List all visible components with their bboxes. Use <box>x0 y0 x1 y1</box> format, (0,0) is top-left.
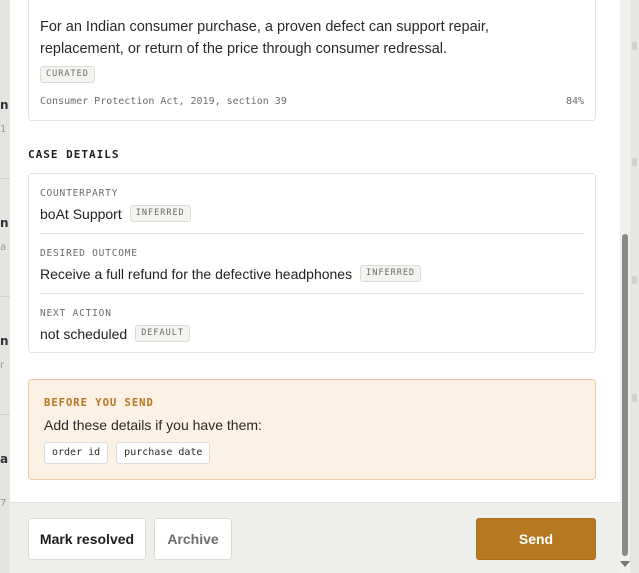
background-text: n <box>0 98 9 112</box>
background-text: 1 <box>0 124 7 135</box>
background-text: 7 <box>0 498 7 509</box>
citation-text: Consumer Protection Act, 2019, section 3… <box>40 96 287 107</box>
modal-footer: Mark resolved Archive Send <box>10 502 620 573</box>
background-right-edge <box>629 0 639 573</box>
field-next-action: NEXT ACTION not scheduled DEFAULT <box>40 294 584 354</box>
case-modal: For an Indian consumer purchase, a prove… <box>10 0 620 573</box>
background-text: a <box>0 452 9 466</box>
mark-resolved-button[interactable]: Mark resolved <box>28 518 146 560</box>
inferred-badge: INFERRED <box>360 265 422 282</box>
claim-card: For an Indian consumer purchase, a prove… <box>28 0 596 121</box>
claim-text: For an Indian consumer purchase, a prove… <box>40 19 489 57</box>
inferred-badge: INFERRED <box>129 205 191 222</box>
scrollbar-thumb[interactable] <box>622 234 628 556</box>
archive-button[interactable]: Archive <box>154 518 232 560</box>
modal-scroll-area[interactable]: For an Indian consumer purchase, a prove… <box>10 0 620 502</box>
before-you-send-panel: BEFORE YOU SEND Add these details if you… <box>28 379 596 480</box>
scroll-down-arrow-icon[interactable] <box>620 561 630 567</box>
background-page <box>0 0 10 573</box>
field-value[interactable]: Receive a full refund for the defective … <box>40 266 352 282</box>
send-button[interactable]: Send <box>476 518 596 560</box>
case-details-heading: CASE DETAILS <box>28 148 120 161</box>
before-you-send-text: Add these details if you have them: <box>44 417 262 433</box>
field-desired-outcome: DESIRED OUTCOME Receive a full refund fo… <box>40 234 584 294</box>
background-text: r <box>0 360 5 371</box>
case-details-card: COUNTERPARTY boAt Support INFERRED DESIR… <box>28 173 596 353</box>
background-text: a <box>0 242 7 253</box>
before-you-send-heading: BEFORE YOU SEND <box>44 397 154 409</box>
background-divider <box>0 178 10 179</box>
missing-detail-purchase-date[interactable]: purchase date <box>116 442 211 464</box>
confidence-value: 84% <box>565 96 584 107</box>
background-divider <box>0 296 10 297</box>
field-label: COUNTERPARTY <box>40 188 119 199</box>
field-label: NEXT ACTION <box>40 308 112 319</box>
citation-row: Consumer Protection Act, 2019, section 3… <box>40 96 584 107</box>
background-divider <box>0 414 10 415</box>
curated-badge: CURATED <box>40 66 95 83</box>
background-text: n <box>0 216 9 230</box>
default-badge: DEFAULT <box>135 325 191 342</box>
field-counterparty: COUNTERPARTY boAt Support INFERRED <box>40 174 584 234</box>
field-value[interactable]: boAt Support <box>40 206 122 222</box>
field-label: DESIRED OUTCOME <box>40 248 138 259</box>
scrollbar[interactable] <box>620 0 630 573</box>
missing-detail-order-id[interactable]: order id <box>44 442 109 464</box>
background-text: n <box>0 334 9 348</box>
field-value[interactable]: not scheduled <box>40 326 127 342</box>
